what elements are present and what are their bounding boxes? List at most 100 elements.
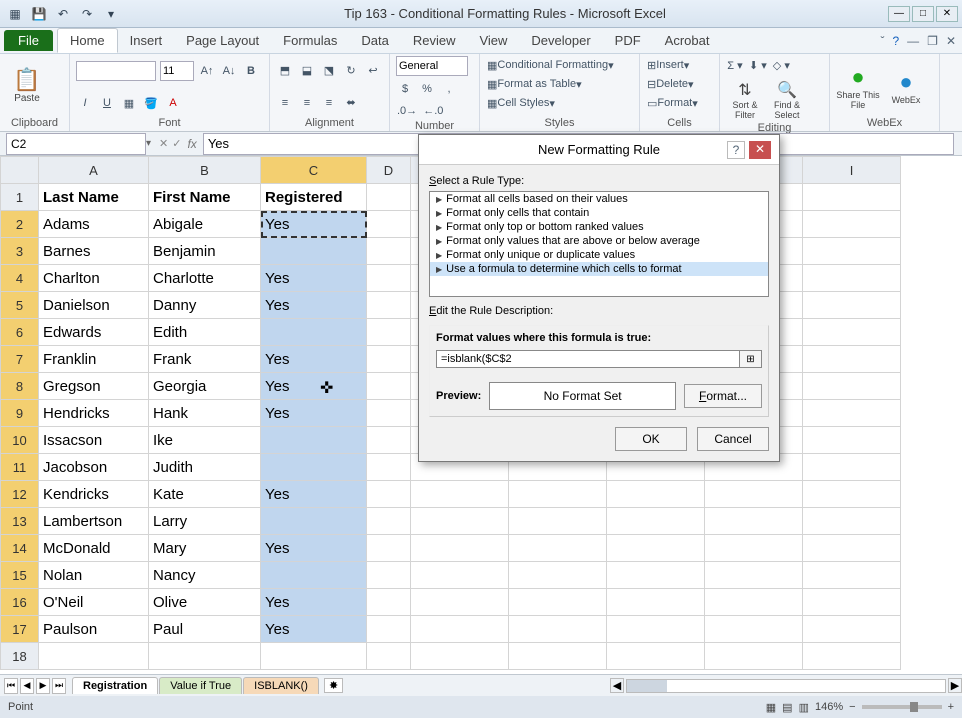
cell-A13[interactable]: Lambertson xyxy=(39,508,149,535)
cell-G16[interactable] xyxy=(607,589,705,616)
column-header-D[interactable]: D xyxy=(367,157,411,184)
cell-H12[interactable] xyxy=(705,481,803,508)
cell-I7[interactable] xyxy=(803,346,901,373)
paste-button[interactable]: 📋Paste xyxy=(6,56,48,114)
row-header-17[interactable]: 17 xyxy=(1,616,39,643)
cell-A10[interactable]: Issacson xyxy=(39,427,149,454)
cell-D11[interactable] xyxy=(367,454,411,481)
ok-button[interactable]: OK xyxy=(615,427,687,451)
comma-icon[interactable]: , xyxy=(440,80,458,98)
tab-home[interactable]: Home xyxy=(57,28,118,53)
rule-type-item[interactable]: Format all cells based on their values xyxy=(430,192,768,206)
align-right-icon[interactable]: ≡ xyxy=(320,94,338,112)
horizontal-scroll-right-icon[interactable]: ▶ xyxy=(948,678,962,693)
rule-type-item[interactable]: Format only top or bottom ranked values xyxy=(430,220,768,234)
cell-A6[interactable]: Edwards xyxy=(39,319,149,346)
namebox-dropdown-icon[interactable]: ▾ xyxy=(146,138,151,149)
format-cells-button[interactable]: ▭ Format ▾ xyxy=(646,94,699,112)
workbook-restore-icon[interactable]: ❐ xyxy=(927,34,938,48)
cell-C5[interactable]: Yes xyxy=(261,292,367,319)
cell-D17[interactable] xyxy=(367,616,411,643)
formula-input[interactable] xyxy=(437,351,739,367)
row-header-9[interactable]: 9 xyxy=(1,400,39,427)
cell-E18[interactable] xyxy=(411,643,509,670)
row-header-18[interactable]: 18 xyxy=(1,643,39,670)
clear-icon[interactable]: ◇ ▾ xyxy=(772,56,791,74)
increase-font-icon[interactable]: A↑ xyxy=(198,62,216,80)
cell-A5[interactable]: Danielson xyxy=(39,292,149,319)
collapse-dialog-icon[interactable]: ⊞ xyxy=(739,351,761,367)
webex-button[interactable]: ●WebEx xyxy=(884,58,928,116)
cell-I16[interactable] xyxy=(803,589,901,616)
cell-G14[interactable] xyxy=(607,535,705,562)
cell-A16[interactable]: O'Neil xyxy=(39,589,149,616)
cell-B12[interactable]: Kate xyxy=(149,481,261,508)
row-header-15[interactable]: 15 xyxy=(1,562,39,589)
cell-I12[interactable] xyxy=(803,481,901,508)
share-file-button[interactable]: ●Share This File xyxy=(836,58,880,116)
view-layout-icon[interactable]: ▤ xyxy=(782,701,792,714)
cell-C6[interactable] xyxy=(261,319,367,346)
cell-D3[interactable] xyxy=(367,238,411,265)
cell-B17[interactable]: Paul xyxy=(149,616,261,643)
wrap-text-icon[interactable]: ↩ xyxy=(364,61,382,79)
cell-F12[interactable] xyxy=(509,481,607,508)
cell-H15[interactable] xyxy=(705,562,803,589)
currency-icon[interactable]: $ xyxy=(396,80,414,98)
cell-B7[interactable]: Frank xyxy=(149,346,261,373)
cell-A17[interactable]: Paulson xyxy=(39,616,149,643)
font-size-select[interactable] xyxy=(160,61,194,81)
tab-formulas[interactable]: Formulas xyxy=(271,29,349,52)
file-tab[interactable]: File xyxy=(4,30,53,51)
minimize-ribbon-icon[interactable]: ˇ xyxy=(880,34,884,48)
sort-filter-button[interactable]: ⇅Sort & Filter xyxy=(726,78,764,122)
cell-C10[interactable] xyxy=(261,427,367,454)
cell-F14[interactable] xyxy=(509,535,607,562)
cell-C8[interactable]: Yes xyxy=(261,373,367,400)
row-header-6[interactable]: 6 xyxy=(1,319,39,346)
merge-icon[interactable]: ⬌ xyxy=(342,94,360,112)
align-left-icon[interactable]: ≡ xyxy=(276,94,294,112)
cell-A12[interactable]: Kendricks xyxy=(39,481,149,508)
zoom-out-icon[interactable]: − xyxy=(849,701,855,713)
cell-I3[interactable] xyxy=(803,238,901,265)
cell-H16[interactable] xyxy=(705,589,803,616)
cell-E15[interactable] xyxy=(411,562,509,589)
cell-E17[interactable] xyxy=(411,616,509,643)
cell-B10[interactable]: Ike xyxy=(149,427,261,454)
find-select-button[interactable]: 🔍Find & Select xyxy=(768,78,806,122)
cell-B3[interactable]: Benjamin xyxy=(149,238,261,265)
format-button[interactable]: FFormat...ormat... xyxy=(684,384,762,408)
cell-C16[interactable]: Yes xyxy=(261,589,367,616)
view-normal-icon[interactable]: ▦ xyxy=(766,701,776,714)
column-header-I[interactable]: I xyxy=(803,157,901,184)
cell-I11[interactable] xyxy=(803,454,901,481)
font-color-icon[interactable]: A xyxy=(164,94,182,112)
align-bottom-icon[interactable]: ⬔ xyxy=(320,61,338,79)
cell-B1[interactable]: First Name xyxy=(149,184,261,211)
tab-developer[interactable]: Developer xyxy=(519,29,602,52)
cell-A14[interactable]: McDonald xyxy=(39,535,149,562)
cell-C15[interactable] xyxy=(261,562,367,589)
row-header-13[interactable]: 13 xyxy=(1,508,39,535)
dialog-close-button[interactable]: ✕ xyxy=(749,141,771,159)
cell-I17[interactable] xyxy=(803,616,901,643)
cell-A1[interactable]: Last Name xyxy=(39,184,149,211)
cell-D4[interactable] xyxy=(367,265,411,292)
name-box[interactable] xyxy=(6,133,146,155)
row-header-3[interactable]: 3 xyxy=(1,238,39,265)
workbook-minimize-icon[interactable]: — xyxy=(907,34,919,48)
cell-B2[interactable]: Abigale xyxy=(149,211,261,238)
tab-view[interactable]: View xyxy=(467,29,519,52)
cell-C12[interactable]: Yes xyxy=(261,481,367,508)
align-top-icon[interactable]: ⬒ xyxy=(276,61,294,79)
view-pagebreak-icon[interactable]: ▥ xyxy=(799,701,809,714)
cell-H14[interactable] xyxy=(705,535,803,562)
row-header-2[interactable]: 2 xyxy=(1,211,39,238)
zoom-in-icon[interactable]: + xyxy=(948,701,954,713)
cell-H13[interactable] xyxy=(705,508,803,535)
cell-I9[interactable] xyxy=(803,400,901,427)
cell-G15[interactable] xyxy=(607,562,705,589)
workbook-close-icon[interactable]: ✕ xyxy=(946,34,956,48)
row-header-11[interactable]: 11 xyxy=(1,454,39,481)
